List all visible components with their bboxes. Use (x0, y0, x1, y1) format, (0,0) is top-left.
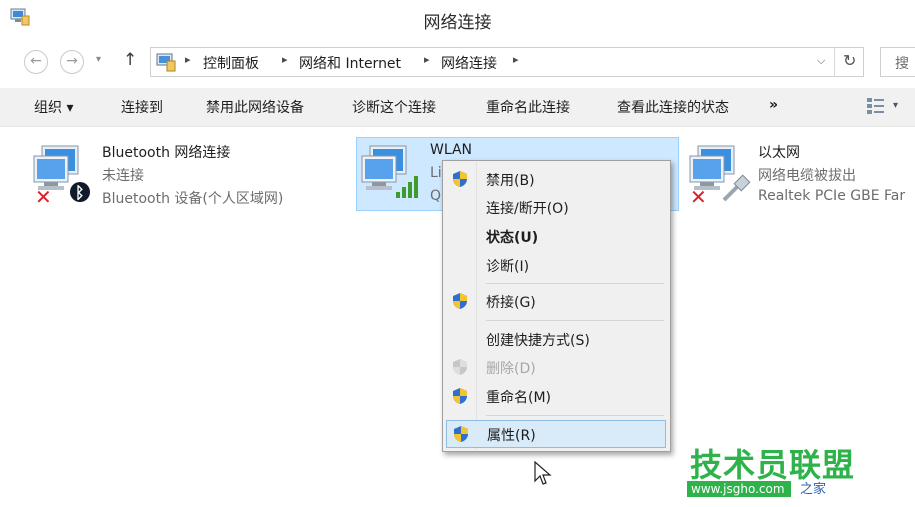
connection-name: 以太网 (758, 145, 800, 161)
watermark-suffix: 之家 (800, 482, 827, 497)
menu-item-label: 重命名(M) (486, 390, 552, 406)
bluetooth-network-adapter-icon: ✕ ᛒ (33, 145, 90, 204)
wireless-network-adapter-icon (361, 145, 418, 198)
breadcrumb-separator-icon: ▸ (282, 53, 288, 66)
menu-item-label: 属性(R) (487, 428, 536, 444)
watermark-url: www.jsgho.com (687, 481, 791, 497)
uac-shield-icon (453, 359, 467, 375)
breadcrumb-network-connections[interactable]: 网络连接 (441, 53, 497, 73)
refresh-icon[interactable]: ↻ (843, 51, 856, 70)
menu-item-properties[interactable]: 属性(R) (446, 420, 666, 448)
menu-separator (486, 415, 664, 416)
view-dropdown-icon[interactable]: ▾ (893, 100, 898, 111)
forward-button[interactable]: → (60, 50, 84, 74)
uac-shield-icon (453, 171, 467, 187)
connect-to-button[interactable]: 连接到 (121, 97, 163, 117)
svg-text:✕: ✕ (35, 185, 52, 204)
svg-text:ᛒ: ᛒ (75, 183, 85, 202)
connection-status: 网络电缆被拔出 (758, 168, 856, 184)
rename-connection-button[interactable]: 重命名此连接 (486, 97, 570, 117)
menu-separator (486, 320, 664, 321)
control-panel-icon (156, 53, 176, 72)
menu-item-label: 禁用(B) (486, 173, 535, 189)
uac-shield-icon (453, 293, 467, 309)
menu-item-connect-disconnect[interactable]: 连接/断开(O) (446, 194, 666, 220)
window-title: 网络连接 (423, 13, 492, 33)
connection-status: Li (430, 165, 442, 181)
svg-text:✕: ✕ (690, 185, 707, 204)
menu-item-rename[interactable]: 重命名(M) (446, 383, 666, 409)
arrow-left-icon: ← (30, 53, 42, 69)
recent-locations-chevron-icon[interactable]: ▾ (96, 54, 101, 65)
view-options-icon[interactable] (866, 96, 888, 116)
menu-item-label: 连接/断开(O) (486, 201, 569, 217)
menu-separator (486, 283, 664, 284)
menu-item-label: 创建快捷方式(S) (486, 333, 590, 349)
more-commands-button[interactable]: » (769, 97, 778, 113)
view-status-button[interactable]: 查看此连接的状态 (617, 97, 729, 117)
menu-item-disable[interactable]: 禁用(B) (446, 166, 666, 192)
watermark-brand: 技术员联盟 (690, 446, 856, 484)
connection-name: WLAN (430, 142, 473, 158)
connection-device: Bluetooth 设备(个人区域网) (102, 191, 284, 207)
address-divider (834, 47, 835, 77)
breadcrumb-separator-icon: ▸ (513, 53, 519, 66)
organize-menu[interactable]: 组织 ▾ (34, 97, 73, 117)
breadcrumb-control-panel[interactable]: 控制面板 (203, 53, 259, 73)
menu-item-bridge[interactable]: 桥接(G) (446, 288, 666, 314)
diagnose-connection-button[interactable]: 诊断这个连接 (352, 97, 436, 117)
arrow-up-icon: ↑ (123, 50, 138, 70)
search-input[interactable]: 搜 (880, 47, 915, 77)
menu-item-create-shortcut[interactable]: 创建快捷方式(S) (446, 326, 666, 352)
ethernet-network-adapter-icon: ✕ (689, 145, 751, 204)
uac-shield-icon (453, 388, 467, 404)
breadcrumb-separator-icon: ▸ (185, 53, 191, 66)
connection-device: Realtek PCIe GBE Far (758, 188, 906, 204)
disable-device-button[interactable]: 禁用此网络设备 (206, 97, 304, 117)
connection-name: Bluetooth 网络连接 (102, 145, 231, 161)
address-dropdown-icon[interactable]: ⌵ (817, 54, 825, 68)
menu-item-label: 删除(D) (486, 361, 536, 377)
menu-item-label: 诊断(I) (486, 259, 530, 275)
menu-item-label: 桥接(G) (486, 295, 536, 311)
menu-item-delete: 删除(D) (446, 354, 666, 380)
up-button[interactable]: ↑ (123, 50, 137, 70)
uac-shield-icon (454, 426, 468, 442)
menu-item-diagnose[interactable]: 诊断(I) (446, 252, 666, 278)
menu-item-status[interactable]: 状态(U) (446, 223, 666, 249)
breadcrumb-network-internet[interactable]: 网络和 Internet (299, 53, 401, 73)
search-placeholder: 搜 (895, 56, 909, 72)
mouse-cursor-icon (534, 461, 552, 485)
connection-device: Q (430, 188, 442, 204)
arrow-right-icon: → (66, 53, 78, 69)
connection-status: 未连接 (102, 168, 144, 184)
breadcrumb-separator-icon: ▸ (424, 53, 430, 66)
back-button[interactable]: ← (24, 50, 48, 74)
menu-item-label: 状态(U) (486, 230, 539, 246)
